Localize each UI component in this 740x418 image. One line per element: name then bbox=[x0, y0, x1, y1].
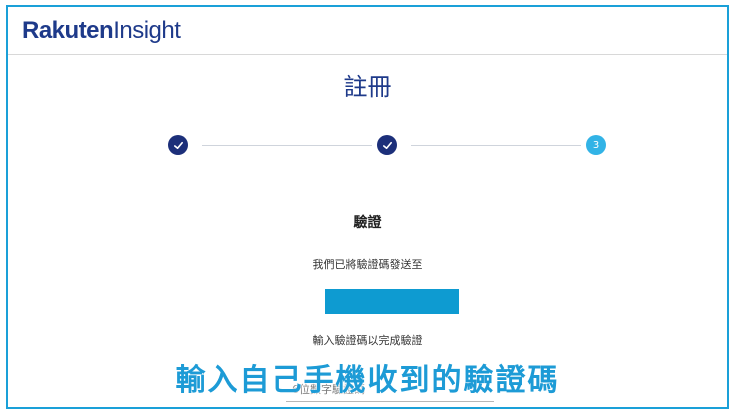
sent-to-text: 我們已將驗證碼發送至 bbox=[312, 258, 423, 271]
registration-frame: RakutenInsight 註冊 3 驗證 我們已將驗證碼發送至 輸入驗證碼以… bbox=[6, 5, 729, 409]
step-connector-1 bbox=[202, 145, 372, 146]
instruction-overlay-caption: 輸入自己手機收到的驗證碼 bbox=[175, 363, 560, 398]
check-icon bbox=[173, 141, 183, 149]
logo-sub: Insight bbox=[113, 17, 181, 44]
step-2-complete bbox=[377, 135, 397, 155]
enter-code-instruction: 輸入驗證碼以完成驗證 bbox=[312, 334, 423, 347]
page-title: 註冊 bbox=[343, 73, 392, 101]
check-icon bbox=[382, 141, 392, 149]
step-3-current: 3 bbox=[586, 135, 606, 155]
logo-main: Rakuten bbox=[22, 17, 114, 44]
verify-heading: 驗證 bbox=[353, 215, 382, 231]
header: RakutenInsight bbox=[8, 7, 727, 55]
step-connector-2 bbox=[411, 145, 581, 146]
step-progress: 3 bbox=[168, 135, 608, 157]
rakuten-insight-logo[interactable]: RakutenInsight bbox=[22, 17, 181, 45]
masked-phone-number bbox=[325, 289, 459, 314]
step-1-complete bbox=[168, 135, 188, 155]
